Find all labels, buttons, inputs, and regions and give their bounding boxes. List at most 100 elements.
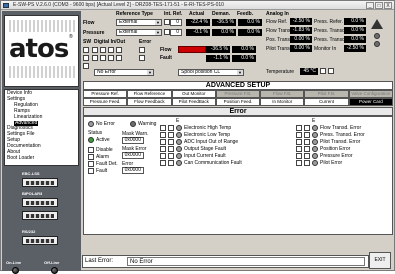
tab-current[interactable]: Current (304, 98, 349, 106)
left-warn-3[interactable] (168, 139, 174, 145)
last-error-box: Last Error: No Error (82, 255, 369, 268)
left-warn-1[interactable] (168, 125, 174, 131)
flow-int-ref-down[interactable] (164, 19, 170, 25)
left-warn-2[interactable] (168, 132, 174, 138)
digital-indicator-2 (100, 47, 106, 53)
tab-flow-reference[interactable]: Flow Reference (127, 90, 172, 98)
tab-position-feed[interactable]: Position Feed. (215, 98, 261, 106)
flow-label: Flow (83, 20, 95, 26)
left-warn-6[interactable] (168, 160, 174, 166)
digital-inout-label: Digital In/Out (94, 39, 126, 45)
right-warn-6[interactable] (304, 160, 310, 166)
digital-indicator-7 (108, 55, 114, 61)
left-error-3: ADC Input Out of Range (184, 139, 239, 145)
tab-pressure-feed[interactable]: Pressure Feed. (83, 98, 128, 106)
left-error-6: Can Communication Fault (184, 160, 242, 166)
error-code-value: 0x0000 (122, 167, 144, 174)
tab-valve-configuration[interactable]: Valve Configuration (348, 90, 393, 98)
sw-label: SW (83, 39, 92, 45)
flow-feedb: 0.0 % (238, 19, 262, 26)
tab-pressure-ref[interactable]: Pressure Ref. (83, 90, 128, 98)
nav-tree: Device Info Settings Regulation Ramps Li… (4, 89, 79, 166)
left-warn-5[interactable] (168, 153, 174, 159)
left-warn-4[interactable] (168, 146, 174, 152)
tab-pilot-feedback[interactable]: Pilot FeedBack (171, 98, 216, 106)
minimize-button[interactable]: _ (366, 2, 374, 9)
digital-indicator-3 (108, 47, 114, 53)
right-mask-2[interactable] (296, 132, 302, 138)
right-warn-4[interactable] (304, 146, 310, 152)
error-indicator-1 (139, 47, 145, 53)
left-mask-2[interactable] (160, 132, 166, 138)
tab-out-monitor[interactable]: Out Monitor (171, 90, 216, 98)
digital-indicator-6 (100, 55, 106, 61)
right-warn-3[interactable] (304, 139, 310, 145)
error-label: Error (139, 39, 152, 45)
pressure-int-ref-down[interactable] (164, 29, 170, 35)
col-e-right: E (312, 118, 316, 124)
exit-button[interactable]: EXIT (369, 252, 391, 269)
right-warn-1[interactable] (304, 125, 310, 131)
status-bar: Last Error: No Error EXIT (82, 251, 394, 270)
fault-det-checkbox[interactable] (88, 161, 94, 167)
right-error-5: Pressure Error (320, 153, 353, 159)
ai-flow-ref-label: Flow Ref. (266, 19, 288, 25)
int-ref-header: Int. Ref. (164, 11, 183, 17)
right-mask-4[interactable] (296, 146, 302, 152)
ai-press-transd1-value: 0.0 % (344, 27, 366, 34)
mask-warn-value[interactable]: 0x0000 (122, 137, 144, 144)
right-mask-3[interactable] (296, 139, 302, 145)
flow-int-ref[interactable]: 0 (170, 19, 182, 26)
fault-checkbox[interactable] (88, 168, 94, 174)
right-mask-6[interactable] (296, 160, 302, 166)
flow-actual: -22.4 % (186, 19, 210, 26)
pressure-feedb: 0.0 % (238, 29, 262, 36)
active-label: Active (96, 137, 110, 143)
tab-pilot-fb[interactable]: Pilot F.B. (304, 90, 349, 98)
left-mask-4[interactable] (160, 146, 166, 152)
right-warn-2[interactable] (304, 132, 310, 138)
tab-in-monitor[interactable]: In Monitor (260, 98, 305, 106)
left-mask-3[interactable] (160, 139, 166, 145)
device-label-2: BIPOLAR3 (22, 191, 43, 196)
device-image-1 (22, 178, 58, 187)
left-mask-6[interactable] (160, 160, 166, 166)
tab-power-card[interactable]: Power Card (348, 98, 393, 106)
disable-checkbox[interactable] (88, 147, 94, 153)
tree-boot-loader[interactable]: Boot Loader (7, 155, 76, 162)
mask-error-value[interactable]: 0x0000 (122, 152, 144, 159)
pressure-label: Pressure (83, 30, 105, 36)
right-warn-5[interactable] (304, 153, 310, 159)
left-led-2 (176, 132, 182, 138)
error-display: No Error (94, 69, 154, 76)
device-image-3 (22, 211, 58, 220)
left-error-1: Electronic High Temp (184, 125, 232, 131)
ai-flow-ref-value: -2.50 % (290, 18, 312, 25)
digital-indicator-1 (92, 47, 98, 53)
spool-position-select[interactable]: Spool position CL (178, 69, 244, 76)
close-button[interactable]: X (384, 2, 392, 9)
last-error-label: Last Error: (85, 258, 114, 264)
device-image-2 (22, 198, 58, 207)
pressure-ref-type-select[interactable]: External (116, 29, 162, 36)
tab-pressure-fb[interactable]: Pressure F.B. (215, 90, 261, 98)
no-error-label: No Error (96, 121, 115, 127)
right-error-6: Pilot Error (320, 160, 343, 166)
right-mask-1[interactable] (296, 125, 302, 131)
alarm-checkbox[interactable] (88, 154, 94, 160)
tab-flow-feedback[interactable]: Flow Feedback (127, 98, 172, 106)
online-label: On-Line (6, 260, 22, 265)
pressure-int-ref[interactable]: 0 (170, 29, 182, 36)
flow-ref-type-select[interactable]: External (116, 19, 162, 26)
error-panel: No Error Warning Status Active Disable A… (83, 116, 393, 235)
tab-flow-fb[interactable]: Flow F.B. (260, 90, 305, 98)
temperature-alarm-2 (328, 68, 334, 74)
left-mask-5[interactable] (160, 153, 166, 159)
flow2-label: Flow (160, 47, 172, 53)
maximize-button[interactable]: □ (375, 2, 383, 9)
left-mask-1[interactable] (160, 125, 166, 131)
temperature-label: Temperature (266, 69, 295, 75)
advanced-tabs-row2: Pressure Feed. Flow Feedback Pilot FeedB… (83, 98, 393, 106)
right-mask-5[interactable] (296, 153, 302, 159)
ai-pos-transd-value: 0.00 % (290, 36, 312, 43)
